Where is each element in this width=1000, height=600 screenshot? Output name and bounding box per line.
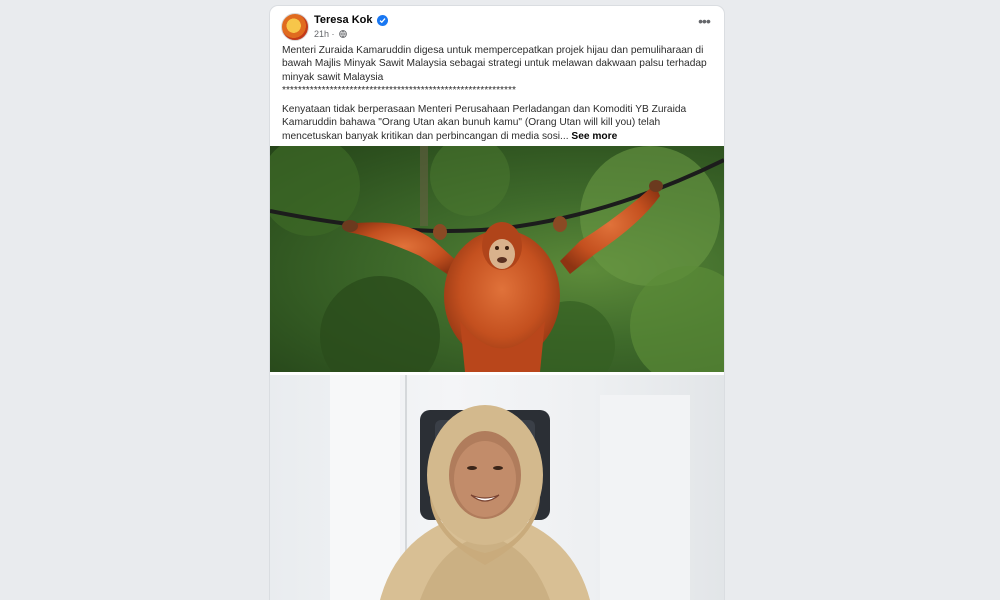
author-avatar[interactable]: [281, 13, 309, 41]
minister-illustration: [330, 375, 690, 600]
more-options-button[interactable]: •••: [696, 13, 712, 32]
facebook-post: Teresa Kok 21h · ••• Menteri Zuraida Kam…: [270, 6, 724, 600]
verified-badge-icon: [376, 14, 388, 26]
post-body: Menteri Zuraida Kamaruddin digesa untuk …: [282, 44, 714, 143]
see-more-link[interactable]: See more: [571, 131, 617, 142]
orangutan-illustration: [270, 146, 724, 372]
post-paragraph-2: Kenyataan tidak berperasaan Menteri Peru…: [282, 103, 714, 143]
post-paragraph-1: Menteri Zuraida Kamaruddin digesa untuk …: [282, 45, 707, 83]
author-name[interactable]: Teresa Kok: [314, 14, 373, 26]
post-meta: 21h ·: [314, 29, 347, 39]
post-paragraph-2-text: Kenyataan tidak berperasaan Menteri Peru…: [282, 104, 687, 142]
post-timestamp[interactable]: 21h: [314, 29, 329, 39]
orangutan-photo[interactable]: [270, 146, 724, 372]
globe-icon: [339, 30, 347, 38]
minister-photo[interactable]: [270, 375, 724, 600]
more-horizontal-icon: •••: [698, 13, 711, 29]
author-name-row: Teresa Kok: [314, 14, 388, 26]
post-divider: ****************************************…: [282, 84, 516, 96]
